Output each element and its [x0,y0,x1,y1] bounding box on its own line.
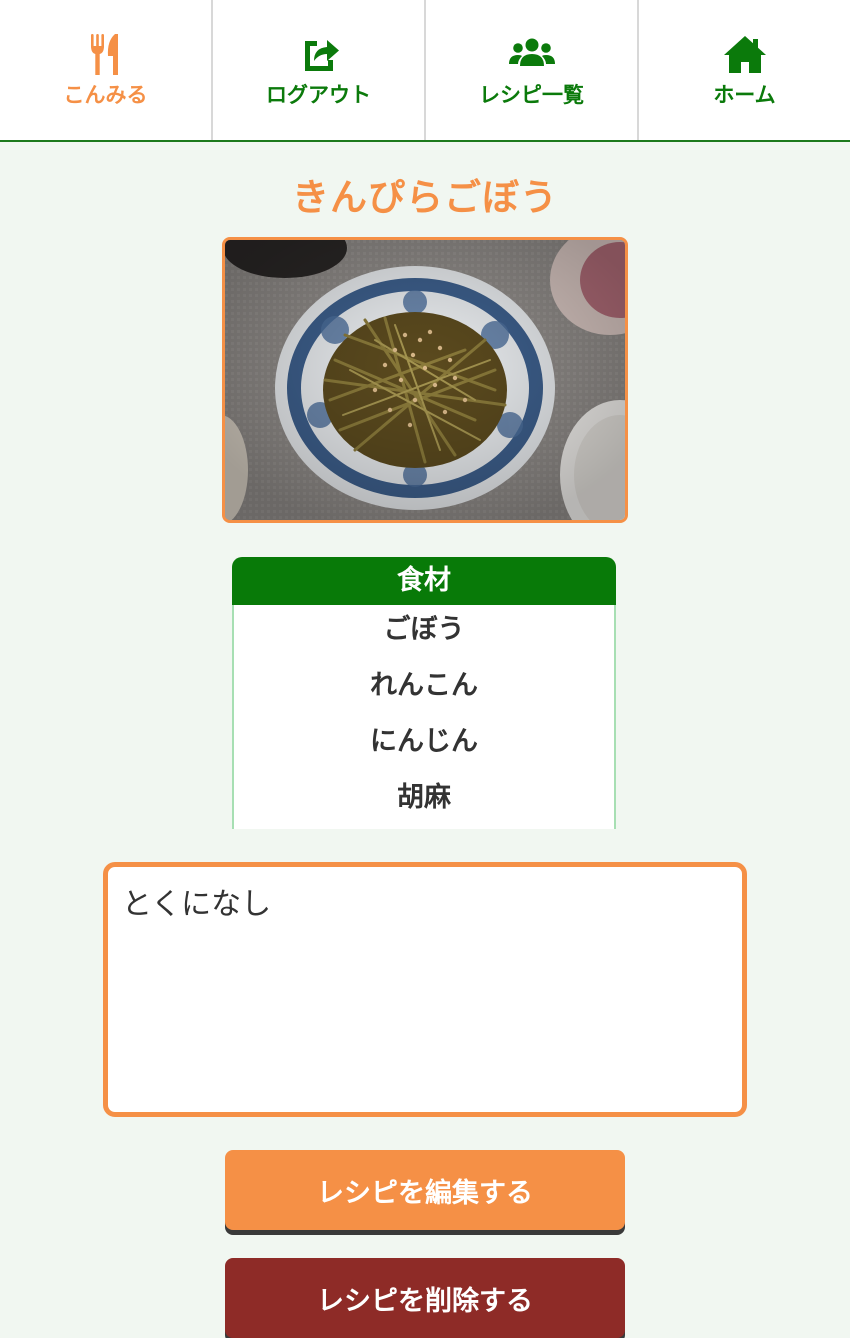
ingredient-item: にんじん [370,726,478,757]
nav-logout-label: ログアウト [266,83,371,107]
ingredient-item: 胡麻 [397,782,451,813]
logout-share-icon [304,40,339,71]
nav-logout[interactable]: ログアウト [213,0,426,140]
nav-home-label: ホーム [713,83,776,107]
fork-knife-icon [90,34,118,75]
home-icon [723,36,766,73]
edit-recipe-button[interactable]: レシピを編集する [225,1150,625,1230]
delete-recipe-button[interactable]: レシピを削除する [225,1258,625,1338]
nav-brand-label: こんみる [63,83,148,107]
ingredient-item: れんこん [370,670,478,701]
recipe-photo-illustration [225,240,625,520]
recipe-photo [222,237,628,523]
ingredients-card: 食材 ごぼう れんこん にんじん 胡麻 [232,557,616,829]
nav-brand-konmiru[interactable]: こんみる [0,0,213,140]
ingredients-header: 食材 [232,557,616,605]
ingredients-list: ごぼう れんこん にんじん 胡麻 [232,605,616,829]
top-navbar: こんみる ログアウト レシピ一覧 ホーム [0,0,850,142]
nav-recipe-list[interactable]: レシピ一覧 [426,0,639,140]
ingredient-item: ごぼう [383,614,465,645]
recipe-title: きんぴらごぼう [292,176,558,219]
recipe-memo-textarea[interactable]: とくになし [103,862,747,1117]
nav-recipe-list-label: レシピ一覧 [479,83,584,107]
users-group-icon [508,38,555,66]
nav-home[interactable]: ホーム [639,0,850,140]
